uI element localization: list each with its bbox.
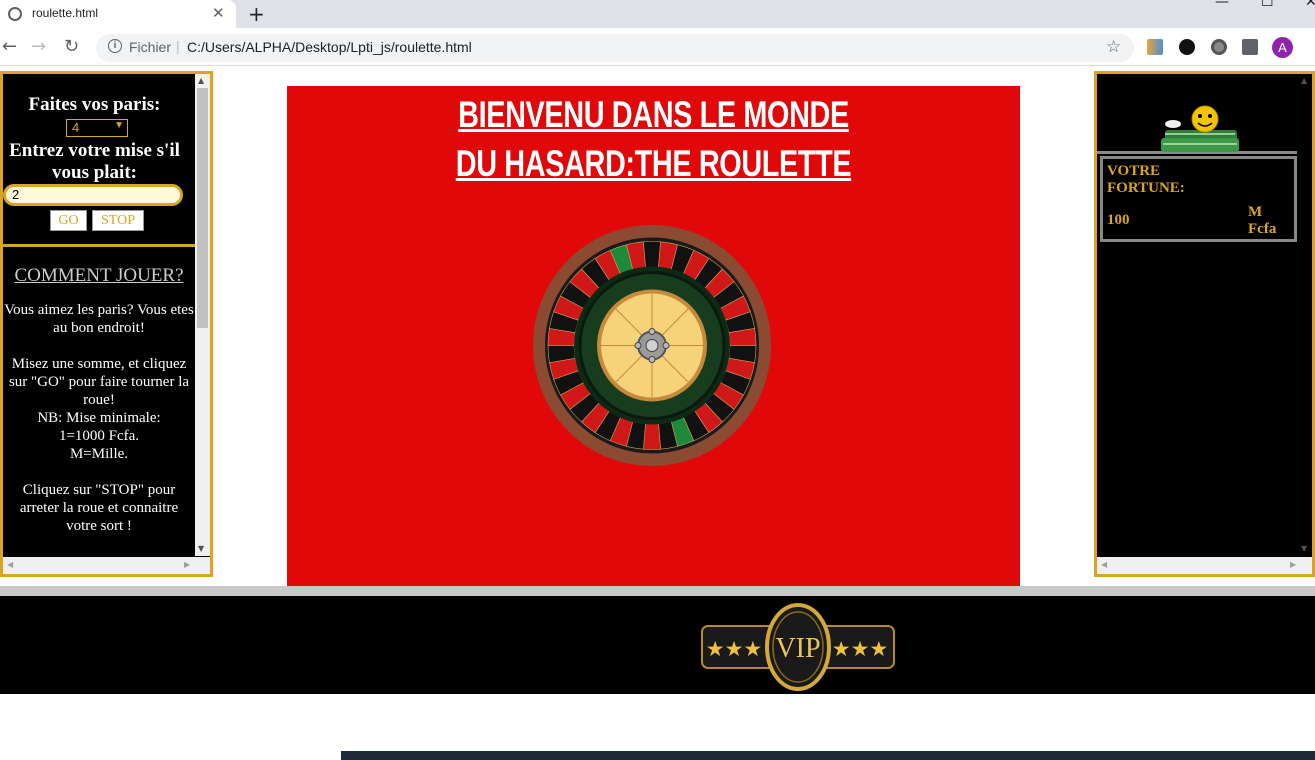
roulette-wheel-icon	[533, 225, 771, 466]
extension-icon-2[interactable]	[1179, 39, 1195, 55]
puzzle-extensions-icon[interactable]	[1242, 39, 1258, 55]
how-to-play: COMMENT JOUER? Vous aimez les paris? Vou…	[3, 250, 195, 535]
stake-label: Entrez votre mise s'il vous plait:	[9, 140, 180, 183]
bet-form: Faites vos paris: 4 ▼ Entrez votre mise …	[3, 74, 195, 247]
left-frame: Faites vos paris: 4 ▼ Entrez votre mise …	[0, 71, 213, 577]
title-line-1: BIENVENU DANS LE MONDE	[458, 94, 849, 135]
os-taskbar	[341, 751, 1315, 760]
chevron-down-icon: ▼	[114, 120, 124, 131]
scroll-down-icon[interactable]: ▼	[198, 544, 204, 553]
bet-select[interactable]: 4 ▼	[66, 119, 128, 137]
scroll-up-icon[interactable]: ▲	[198, 76, 204, 85]
reload-icon[interactable]: ↻	[64, 36, 79, 57]
vip-badge-icon: VIP ★★★ ★★★	[701, 603, 895, 691]
right-frame: VOTRE FORTUNE: 100 M Fcfa ▲ ▼ ◀ ▶	[1094, 71, 1315, 577]
right-horizontal-scrollbar[interactable]: ◀ ▶	[1097, 557, 1312, 574]
vip-text: VIP	[775, 633, 820, 664]
bottom-frame: VIP ★★★ ★★★	[0, 596, 1315, 694]
scheme-label: Fichier	[129, 39, 172, 55]
title-line-2: DU HASARD:THE ROULETTE	[455, 143, 852, 184]
fortune-box: VOTRE FORTUNE: 100 M Fcfa	[1100, 156, 1297, 242]
left-horizontal-scrollbar[interactable]: ◀ ▶	[3, 557, 210, 574]
page-content: Faites vos paris: 4 ▼ Entrez votre mise …	[0, 66, 1315, 760]
fortune-label: VOTRE FORTUNE:	[1107, 163, 1185, 196]
address-bar[interactable]: i Fichier | C:/Users/ALPHA/Desktop/Lpti_…	[96, 34, 1134, 62]
smiley-area	[1097, 74, 1312, 154]
scroll-left-icon[interactable]: ◀	[7, 560, 13, 569]
go-button[interactable]: GO	[50, 210, 87, 231]
frame-divider	[0, 586, 1315, 596]
scroll-right-icon[interactable]: ▶	[184, 560, 190, 569]
howto-title[interactable]: COMMENT JOUER?	[3, 266, 195, 285]
extension-icon-3[interactable]	[1211, 39, 1227, 55]
scroll-left-icon[interactable]: ◀	[1101, 560, 1107, 569]
right-vertical-scrollbar[interactable]: ▲ ▼	[1297, 74, 1312, 557]
howto-text: Vous aimez les paris? Vous etes au bon e…	[4, 302, 194, 534]
fortune-value: 100	[1107, 212, 1130, 228]
stop-button[interactable]: STOP	[92, 210, 144, 231]
main-frame: BIENVENU DANS LE MONDE DU HASARD:THE ROU…	[287, 86, 1020, 586]
wheel-pocket	[643, 422, 661, 450]
new-tab-button[interactable]: +	[248, 2, 265, 26]
profile-avatar[interactable]: A	[1272, 37, 1293, 58]
address-separator: |	[176, 38, 180, 54]
fortune-unit: M Fcfa	[1248, 204, 1277, 237]
bookmark-star-icon[interactable]: ☆	[1106, 37, 1121, 57]
globe-icon	[8, 7, 22, 21]
stake-input[interactable]: 2	[3, 184, 183, 206]
stars-right: ★★★	[832, 637, 888, 661]
left-vertical-scrollbar[interactable]: ▲ ▼	[195, 74, 210, 556]
tab-roulette[interactable]: roulette.html ✕	[0, 0, 236, 28]
maximize-icon[interactable]: ☐	[1261, 0, 1274, 10]
window-close-icon[interactable]: ✕	[1305, 0, 1315, 10]
wheel-pocket	[643, 241, 661, 269]
tab-strip: roulette.html ✕ + — ☐ ✕	[0, 0, 1315, 28]
money-smiley-icon	[1161, 105, 1239, 152]
browser-toolbar: ← → ↻ i Fichier | C:/Users/ALPHA/Desktop…	[0, 28, 1315, 66]
page-title: BIENVENU DANS LE MONDE DU HASARD:THE ROU…	[368, 90, 940, 188]
back-icon[interactable]: ←	[2, 36, 17, 57]
tab-title: roulette.html	[32, 6, 99, 20]
minimize-icon[interactable]: —	[1215, 0, 1229, 10]
scroll-up-icon[interactable]: ▲	[1301, 76, 1307, 85]
stars-left: ★★★	[706, 637, 762, 661]
bets-label: Faites vos paris:	[28, 94, 161, 115]
scroll-thumb[interactable]	[197, 88, 208, 328]
forward-icon[interactable]: →	[31, 36, 46, 57]
extension-icon-1[interactable]	[1147, 39, 1163, 55]
close-tab-icon[interactable]: ✕	[212, 4, 225, 22]
info-icon[interactable]: i	[108, 39, 122, 53]
scroll-right-icon[interactable]: ▶	[1290, 560, 1296, 569]
scroll-down-icon[interactable]: ▼	[1301, 544, 1307, 553]
bet-selected-value: 4	[72, 120, 80, 135]
url-text[interactable]: C:/Users/ALPHA/Desktop/Lpti_js/roulette.…	[187, 39, 472, 55]
